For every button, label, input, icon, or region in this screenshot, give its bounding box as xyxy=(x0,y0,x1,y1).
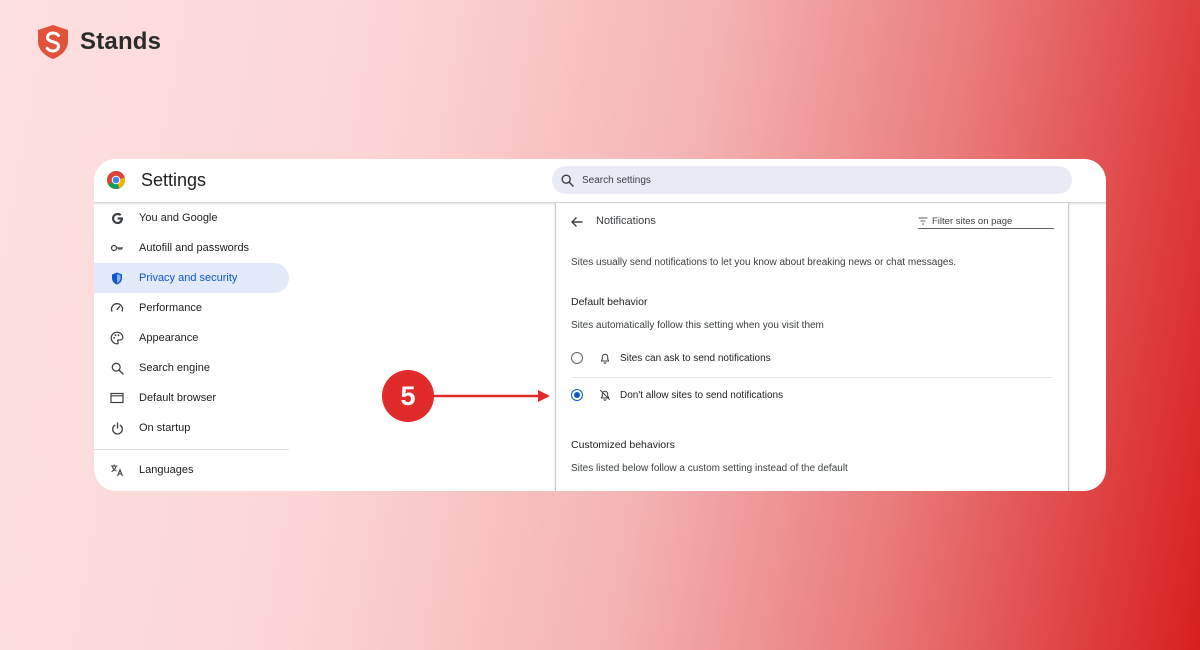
sidebar-item-appearance[interactable]: Appearance xyxy=(94,323,289,353)
step-arrow-icon xyxy=(432,390,550,402)
page-title: Settings xyxy=(141,170,207,190)
browser-window-icon xyxy=(110,391,124,405)
sidebar-item-label: Autofill and passwords xyxy=(139,242,250,254)
sidebar-item-you-and-google[interactable]: You and Google xyxy=(94,203,289,233)
customized-behaviors-heading: Customized behaviors xyxy=(571,439,675,451)
radio-dont-allow[interactable] xyxy=(571,389,583,401)
arrow-back-icon[interactable] xyxy=(570,215,584,229)
sidebar-item-label: Privacy and security xyxy=(139,272,238,284)
filter-sites-label: Filter sites on page xyxy=(932,215,1013,227)
sidebar: You and Google Autofill and passwords Pr… xyxy=(94,203,294,485)
power-icon xyxy=(110,421,124,435)
option-label: Sites can ask to send notifications xyxy=(620,352,771,364)
search-bar[interactable] xyxy=(552,166,1072,194)
default-behavior-description: Sites automatically follow this setting … xyxy=(571,320,824,331)
settings-window: Settings You and Google Autofill and pas… xyxy=(94,159,1106,491)
translate-icon xyxy=(110,463,124,477)
panel-header: Notifications Filter sites on page xyxy=(556,203,1068,241)
sidebar-item-label: Default browser xyxy=(139,392,217,404)
sidebar-item-label: You and Google xyxy=(139,212,218,224)
bell-off-icon xyxy=(599,389,611,401)
option-sites-can-ask[interactable]: Sites can ask to send notifications xyxy=(555,340,1051,376)
sidebar-item-autofill[interactable]: Autofill and passwords xyxy=(94,233,289,263)
chrome-logo-icon xyxy=(107,171,125,189)
panel-title: Notifications xyxy=(596,215,656,227)
speedometer-icon xyxy=(110,301,124,315)
option-label: Don't allow sites to send notifications xyxy=(620,389,784,401)
sidebar-item-label: Appearance xyxy=(139,332,199,344)
sidebar-item-label: Languages xyxy=(139,464,194,476)
sidebar-item-search-engine[interactable]: Search engine xyxy=(94,353,289,383)
customized-behaviors-description: Sites listed below follow a custom setti… xyxy=(571,463,848,474)
settings-topbar: Settings xyxy=(94,159,1106,203)
sidebar-item-privacy-and-security[interactable]: Privacy and security xyxy=(94,263,289,293)
sidebar-divider xyxy=(94,449,289,450)
palette-icon xyxy=(110,331,124,345)
shield-s-logo-icon xyxy=(38,25,68,59)
sidebar-item-label: Performance xyxy=(139,302,202,314)
sidebar-item-languages[interactable]: Languages xyxy=(94,455,289,485)
search-icon xyxy=(110,361,124,375)
sidebar-item-performance[interactable]: Performance xyxy=(94,293,289,323)
bell-icon xyxy=(601,353,609,364)
search-icon xyxy=(561,173,574,187)
sidebar-item-label: On startup xyxy=(139,422,191,434)
step-number-badge: 5 xyxy=(382,370,434,422)
filter-sites-input[interactable]: Filter sites on page xyxy=(918,214,1054,229)
sidebar-item-default-browser[interactable]: Default browser xyxy=(94,383,289,413)
sidebar-item-label: Search engine xyxy=(139,362,210,374)
notifications-intro: Sites usually send notifications to let … xyxy=(571,257,957,268)
option-dont-allow[interactable]: Don't allow sites to send notifications xyxy=(555,377,1051,413)
search-input[interactable] xyxy=(580,173,1064,187)
shield-icon xyxy=(110,271,124,285)
google-g-icon xyxy=(110,211,124,225)
brand: Stands xyxy=(36,24,161,60)
default-behavior-heading: Default behavior xyxy=(571,296,648,308)
filter-icon xyxy=(918,217,928,225)
sidebar-item-on-startup[interactable]: On startup xyxy=(94,413,289,443)
radio-sites-can-ask[interactable] xyxy=(571,352,583,364)
brand-name: Stands xyxy=(80,28,162,55)
key-icon xyxy=(110,241,124,255)
